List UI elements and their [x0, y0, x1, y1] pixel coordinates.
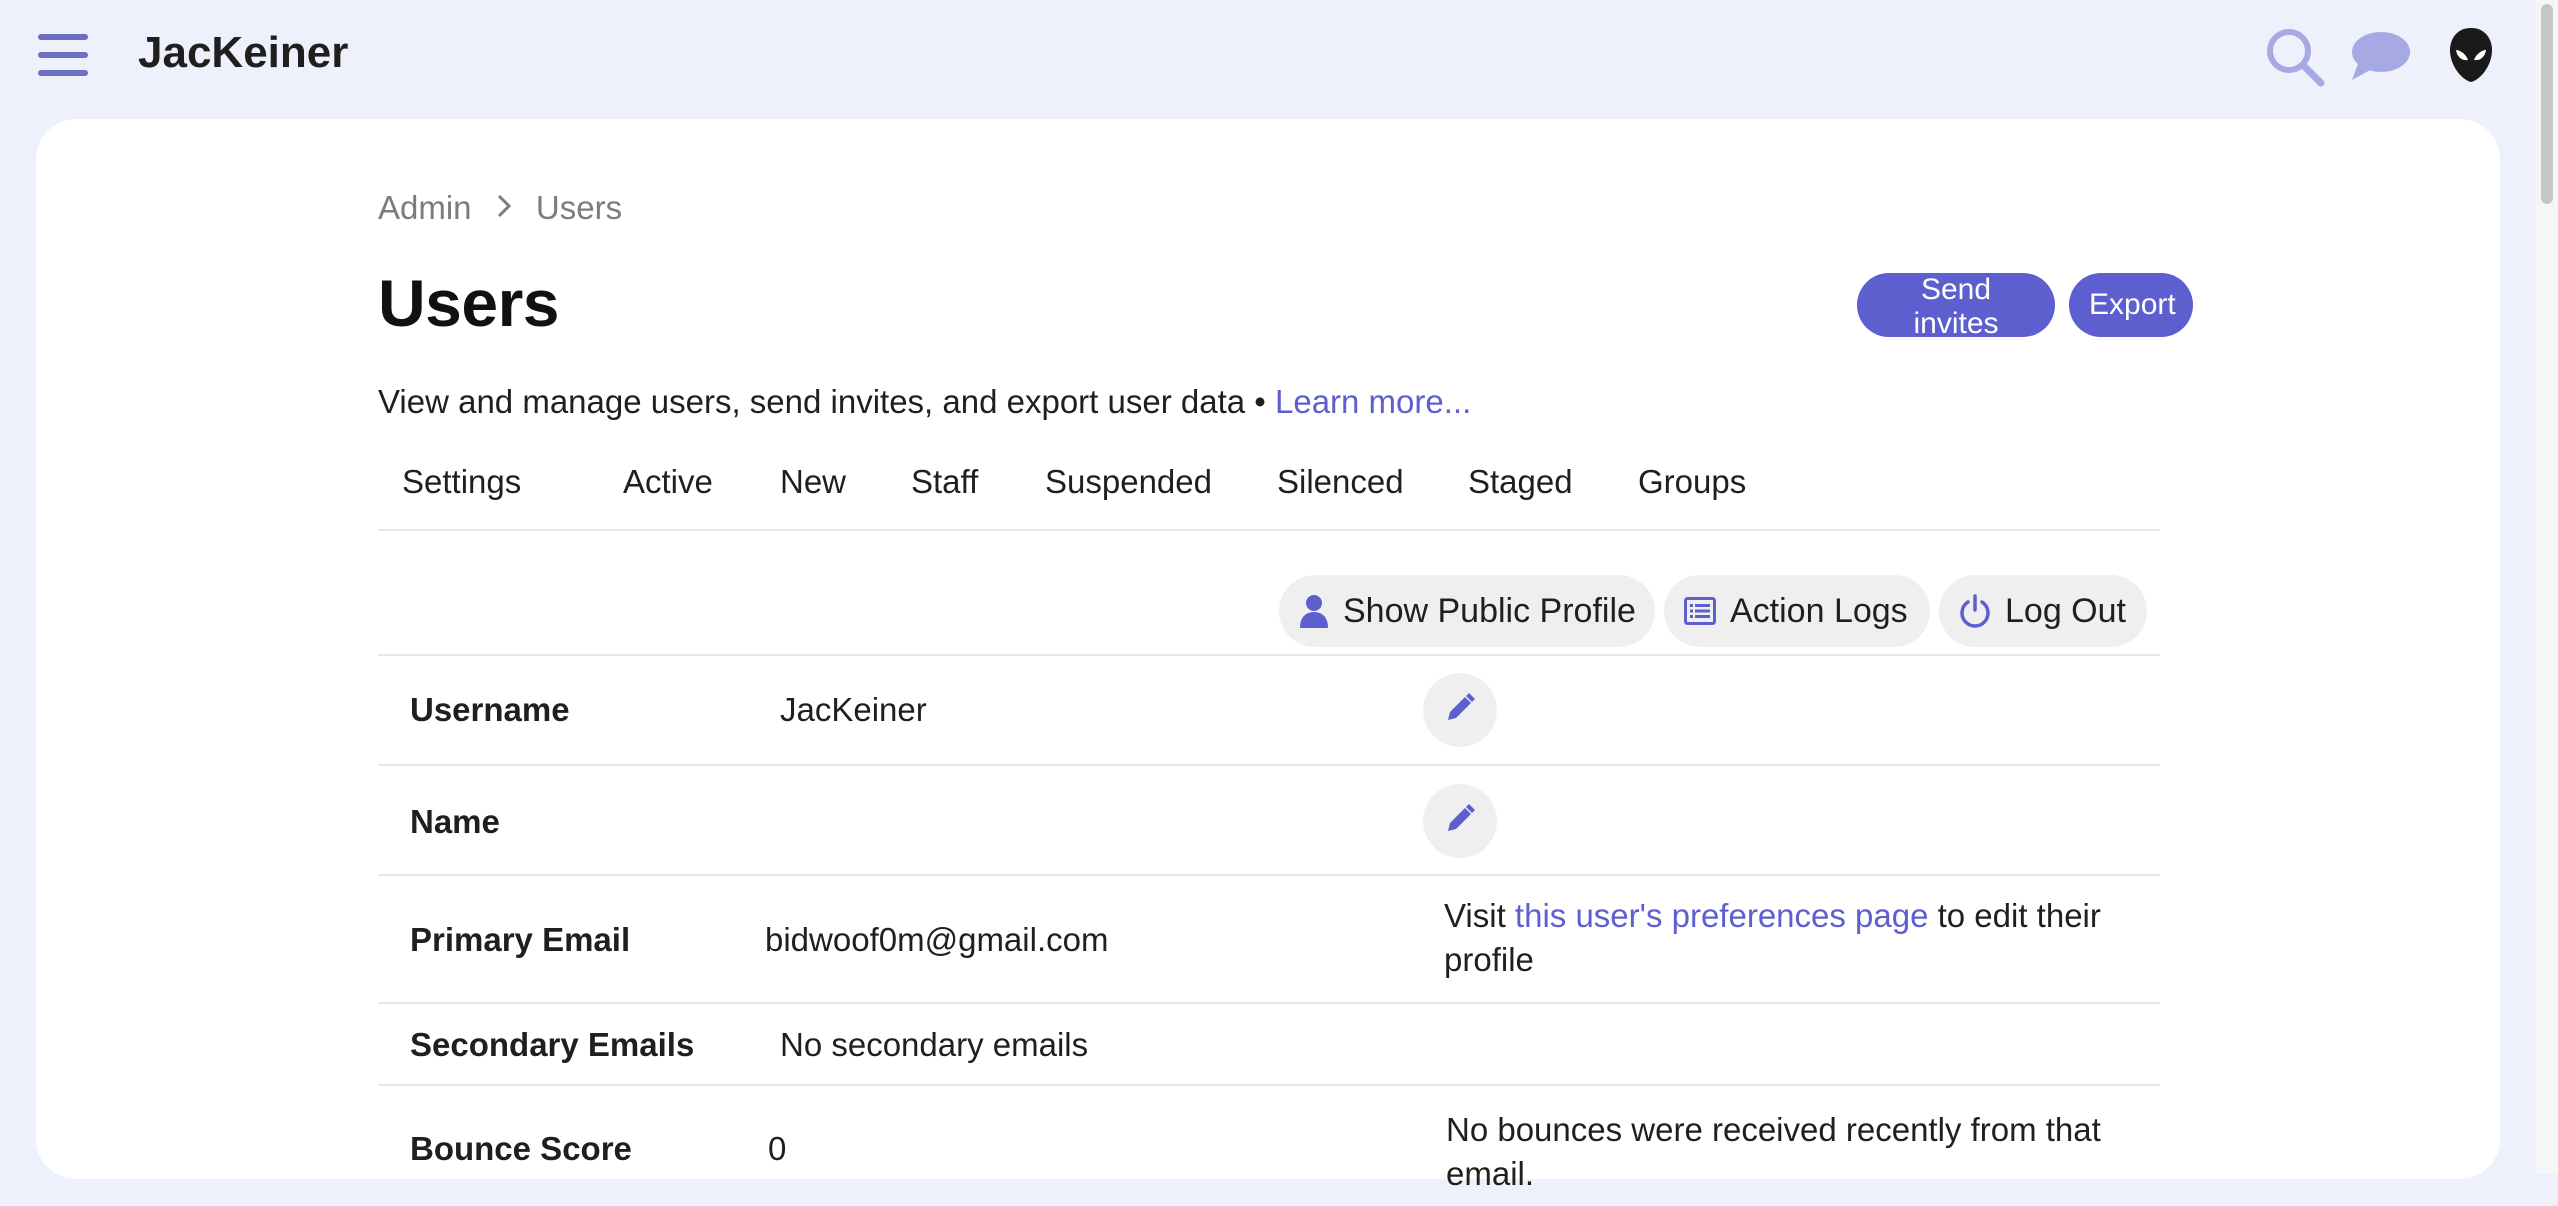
- action-logs-button[interactable]: Action Logs: [1664, 575, 1930, 647]
- breadcrumb-admin[interactable]: Admin: [378, 189, 472, 227]
- action-logs-label: Action Logs: [1730, 591, 1908, 630]
- avatar[interactable]: [2448, 26, 2494, 89]
- username-label: Username: [410, 691, 570, 728]
- preferences-page-link[interactable]: this user's preferences page: [1515, 897, 1929, 934]
- secondary-emails-row: Secondary Emails No secondary emails: [378, 1002, 2160, 1086]
- tab-suspended[interactable]: Suspended: [1045, 463, 1212, 501]
- show-public-profile-button[interactable]: Show Public Profile: [1279, 575, 1655, 647]
- send-invites-button[interactable]: Send invites: [1857, 273, 2055, 340]
- name-label: Name: [410, 803, 500, 840]
- tab-silenced[interactable]: Silenced: [1277, 463, 1404, 501]
- primary-email-link[interactable]: bidwoof0m@gmail.com: [765, 921, 1108, 959]
- page-title: Users: [378, 266, 559, 340]
- page-scrollbar[interactable]: [2536, 0, 2558, 1174]
- learn-more-link[interactable]: Learn more...: [1275, 383, 1471, 420]
- search-icon[interactable]: [2264, 26, 2326, 93]
- chevron-right-icon: [495, 189, 513, 227]
- primary-email-label: Primary Email: [410, 921, 631, 958]
- breadcrumb-users[interactable]: Users: [536, 189, 622, 227]
- power-icon: [1959, 594, 1991, 628]
- bounce-score-value: 0: [768, 1130, 787, 1167]
- pencil-icon: [1444, 692, 1476, 729]
- log-out-button[interactable]: Log Out: [1939, 575, 2147, 647]
- tab-groups[interactable]: Groups: [1638, 463, 1746, 501]
- edit-name-button[interactable]: [1423, 784, 1497, 858]
- bounce-score-link[interactable]: Bounce Score: [410, 1130, 632, 1168]
- log-out-label: Log Out: [2005, 591, 2126, 630]
- show-public-profile-label: Show Public Profile: [1343, 591, 1636, 630]
- name-row: Name: [378, 764, 2160, 876]
- pencil-icon: [1444, 803, 1476, 840]
- bounce-score-row: Bounce Score 0 No bounces were received …: [378, 1084, 2160, 1206]
- tab-new[interactable]: New: [780, 463, 846, 501]
- tab-staged[interactable]: Staged: [1468, 463, 1573, 501]
- admin-users-tabs: Settings Active New Staff Suspended Sile…: [378, 463, 2160, 531]
- scrollbar-thumb[interactable]: [2541, 4, 2553, 204]
- tab-active[interactable]: Active: [623, 463, 713, 501]
- list-alt-icon: [1684, 597, 1716, 625]
- primary-email-row: Primary Email bidwoof0m@gmail.com Visit …: [378, 874, 2160, 1004]
- username-value: JacKeiner: [780, 691, 927, 728]
- page-description: View and manage users, send invites, and…: [378, 383, 1471, 421]
- breadcrumb: Admin Users: [378, 187, 622, 227]
- export-button[interactable]: Export: [2069, 273, 2193, 337]
- edit-username-button[interactable]: [1423, 673, 1497, 747]
- secondary-emails-label: Secondary Emails: [410, 1026, 695, 1063]
- username-row: Username JacKeiner: [378, 654, 2160, 766]
- site-title[interactable]: JacKeiner: [138, 28, 348, 78]
- user-icon: [1299, 594, 1329, 628]
- hamburger-menu-icon[interactable]: [38, 32, 90, 78]
- site-header: JacKeiner: [0, 0, 2536, 118]
- note-prefix: Visit: [1444, 897, 1515, 934]
- main-card: Admin Users Users Send invites Export Vi…: [36, 119, 2500, 1192]
- secondary-emails-value: No secondary emails: [780, 1026, 1089, 1063]
- primary-email-note: Visit this user's preferences page to ed…: [1444, 894, 2144, 982]
- tab-staff[interactable]: Staff: [911, 463, 978, 501]
- chat-icon[interactable]: [2350, 28, 2412, 89]
- tab-settings[interactable]: Settings: [402, 463, 521, 501]
- bounce-note: No bounces were received recently from t…: [1446, 1111, 2101, 1192]
- description-text: View and manage users, send invites, and…: [378, 383, 1266, 420]
